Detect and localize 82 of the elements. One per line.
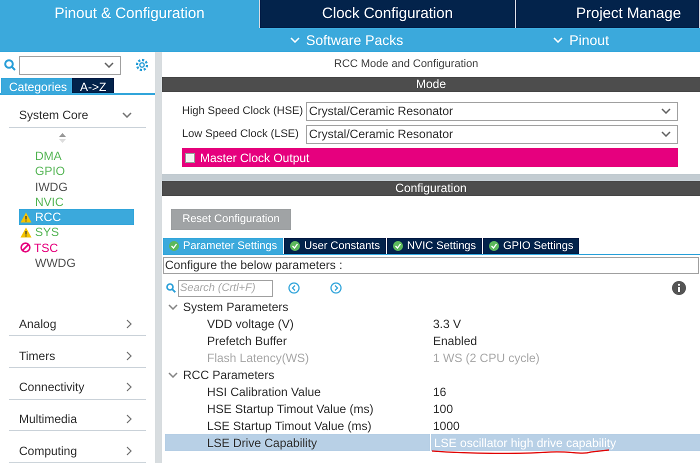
settings-tab[interactable]: NVIC Settings — [386, 238, 482, 254]
chevron-right-icon — [126, 382, 132, 392]
field-label: Low Speed Clock (LSE) — [182, 126, 300, 142]
hint-field: Configure the below parameters : — [163, 257, 699, 274]
settings-icon — [134, 57, 150, 74]
blocked-icon — [20, 242, 31, 254]
parameter-value: 3.3 V — [432, 316, 462, 332]
settings-tab[interactable]: User Constants — [284, 238, 386, 254]
tree-group[interactable]: System Parameters — [165, 298, 700, 315]
chevron-down-icon — [168, 304, 178, 310]
section-header: Configuration — [162, 181, 700, 196]
search-field[interactable]: Search (Crtl+F) — [178, 280, 273, 296]
parameter-row[interactable]: Prefetch Buffer Enabled — [165, 332, 700, 349]
parameter-value: 1000 — [432, 418, 460, 434]
tree-group[interactable]: RCC Parameters — [165, 366, 700, 383]
chevron-down-icon — [553, 37, 564, 43]
parameter-row[interactable]: LSE Drive Capability LSE oscillator high drive capability — [165, 434, 700, 451]
checkbox-row[interactable]: Master Clock Output — [182, 148, 678, 167]
category-header[interactable]: System Core — [9, 104, 146, 128]
peripheral-label: NVIC — [35, 194, 64, 211]
dropdown[interactable]: Crystal/Ceramic Resonator — [306, 102, 678, 120]
parameter-value: 1 WS (2 CPU cycle) — [432, 350, 540, 366]
parameter-value: LSE oscillator high drive capability — [430, 434, 616, 452]
chevron-right-icon — [126, 318, 132, 329]
parameter-name: Flash Latency(WS) — [206, 350, 310, 366]
settings-tab[interactable]: GPIO Settings — [483, 238, 580, 254]
checkbox[interactable] — [185, 152, 195, 162]
peripheral-item[interactable]: WWDG — [19, 255, 134, 271]
category-header[interactable]: Timers — [9, 344, 146, 368]
parameter-name: Prefetch Buffer — [206, 332, 288, 350]
parameter-value: Enabled — [432, 332, 478, 350]
check-circle-icon — [392, 241, 403, 251]
parameter-name: HSE Startup Timout Value (ms) — [206, 400, 374, 418]
peripheral-item[interactable]: TSC — [19, 240, 134, 256]
check-circle-icon — [169, 241, 179, 251]
peripheral-label: WWDG — [35, 255, 76, 272]
warning-icon — [20, 212, 32, 223]
field-label: High Speed Clock (HSE) — [182, 104, 304, 119]
chevron-down-icon — [104, 62, 114, 68]
chevron-down-icon — [661, 131, 671, 137]
peripheral-label: RCC — [35, 209, 61, 226]
info-icon — [672, 281, 686, 295]
parameter-value: 16 — [432, 384, 446, 400]
previous-icon — [288, 282, 300, 294]
peripheral-label: TSC — [34, 240, 58, 257]
search-field[interactable] — [19, 56, 121, 75]
view-tab[interactable]: A->Z — [72, 78, 114, 93]
category-header[interactable]: Connectivity — [9, 376, 146, 400]
chevron-down-icon — [290, 37, 300, 43]
category-header[interactable]: Multimedia — [9, 408, 146, 432]
chevron-right-icon — [126, 446, 132, 456]
peripheral-label: SYS — [35, 224, 60, 242]
search-icon — [4, 59, 16, 72]
peripheral-label: DMA — [35, 148, 62, 165]
parameter-name: LSE Drive Capability — [206, 434, 318, 452]
panel-title: RCC Mode and Configuration — [333, 57, 480, 72]
parameter-name: HSI Calibration Value — [206, 384, 322, 400]
chevron-right-icon — [126, 414, 132, 424]
section-header: Mode — [162, 77, 700, 92]
chevron-down-icon — [168, 372, 178, 378]
parameter-row[interactable]: HSI Calibration Value 16 — [165, 383, 700, 400]
scroll-arrow-icon — [59, 133, 66, 144]
parameter-name: VDD voltage (V) — [206, 316, 295, 332]
parameter-row[interactable]: LSE Startup Timout Value (ms) 1000 — [165, 417, 700, 434]
check-circle-icon — [290, 241, 300, 251]
chevron-right-icon — [126, 350, 132, 361]
chevron-down-icon — [122, 112, 132, 118]
next-icon — [330, 282, 342, 294]
parameter-row[interactable]: VDD voltage (V) 3.3 V — [165, 315, 700, 332]
parameter-name: LSE Startup Timout Value (ms) — [206, 418, 373, 434]
parameter-row[interactable]: HSE Startup Timout Value (ms) 100 — [165, 400, 700, 417]
chevron-down-icon — [661, 108, 671, 114]
peripheral-item[interactable]: IWDG — [19, 178, 134, 194]
peripheral-label: IWDG — [35, 178, 68, 196]
category-header[interactable]: Analog — [9, 312, 146, 336]
category-header[interactable]: Computing — [9, 439, 146, 463]
peripheral-label: GPIO — [35, 163, 66, 180]
search-icon — [166, 283, 176, 293]
parameter-value: 100 — [432, 400, 454, 418]
warning-icon — [20, 226, 32, 238]
dropdown[interactable]: Crystal/Ceramic Resonator — [306, 124, 678, 144]
check-circle-icon — [489, 241, 500, 251]
